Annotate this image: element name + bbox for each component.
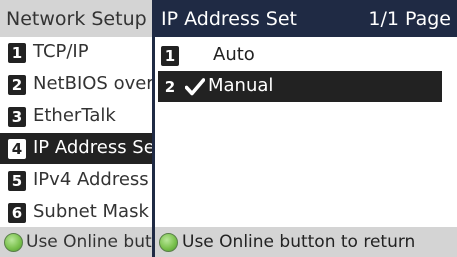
menu-item-number: 5 <box>8 171 26 191</box>
page-indicator: 1/1 Page <box>368 8 451 30</box>
network-setup-menu: Network Setup 1 TCP/IP 2 NetBIOS over TC… <box>0 0 152 257</box>
menu-item-label: IPv4 Address <box>33 169 149 190</box>
option-auto[interactable]: 1 Auto <box>158 40 442 71</box>
option-manual[interactable]: 2 Manual <box>158 71 442 102</box>
menu-item-ipv4-address[interactable]: 5 IPv4 Address <box>0 165 152 196</box>
menu-item-label: NetBIOS over TCP <box>33 73 152 94</box>
menu-item-label: IP Address Set <box>33 137 152 158</box>
menu-item-number: 6 <box>8 203 26 223</box>
footer-hint: Use Online button to return <box>182 232 416 252</box>
ip-address-set-dialog: IP Address Set 1/1 Page 1 Auto 2 Manual … <box>152 0 457 257</box>
menu-item-netbios[interactable]: 2 NetBIOS over TCP <box>0 69 152 100</box>
menu-title: Network Setup <box>6 8 147 30</box>
menu-item-ip-address-set[interactable]: 4 IP Address Set <box>0 133 152 164</box>
menu-item-number: 4 <box>8 139 26 159</box>
dialog-title: IP Address Set <box>161 8 298 30</box>
menu-footer: Use Online button to return <box>0 227 152 257</box>
menu-item-subnet-mask[interactable]: 6 Subnet Mask <box>0 197 152 228</box>
menu-item-label: EtherTalk <box>33 105 116 126</box>
menu-item-number: 3 <box>8 107 26 127</box>
menu-item-ethertalk[interactable]: 3 EtherTalk <box>0 101 152 132</box>
option-label: Manual <box>208 75 274 96</box>
footer-hint: Use Online button to return <box>26 232 152 252</box>
online-led-icon <box>159 233 178 252</box>
menu-item-number: 2 <box>8 75 26 95</box>
menu-item-number: 1 <box>8 43 26 63</box>
option-number: 1 <box>161 46 179 66</box>
menu-item-label: TCP/IP <box>33 41 89 62</box>
menu-item-label: Subnet Mask <box>33 201 149 222</box>
menu-item-tcp-ip[interactable]: 1 TCP/IP <box>0 37 152 68</box>
option-label: Auto <box>213 44 255 65</box>
checkmark-icon <box>185 78 205 96</box>
option-number: 2 <box>161 77 179 97</box>
menu-header: Network Setup <box>0 0 152 37</box>
online-led-icon <box>4 233 23 252</box>
dialog-footer: Use Online button to return <box>155 227 457 257</box>
dialog-header: IP Address Set 1/1 Page <box>155 0 457 37</box>
